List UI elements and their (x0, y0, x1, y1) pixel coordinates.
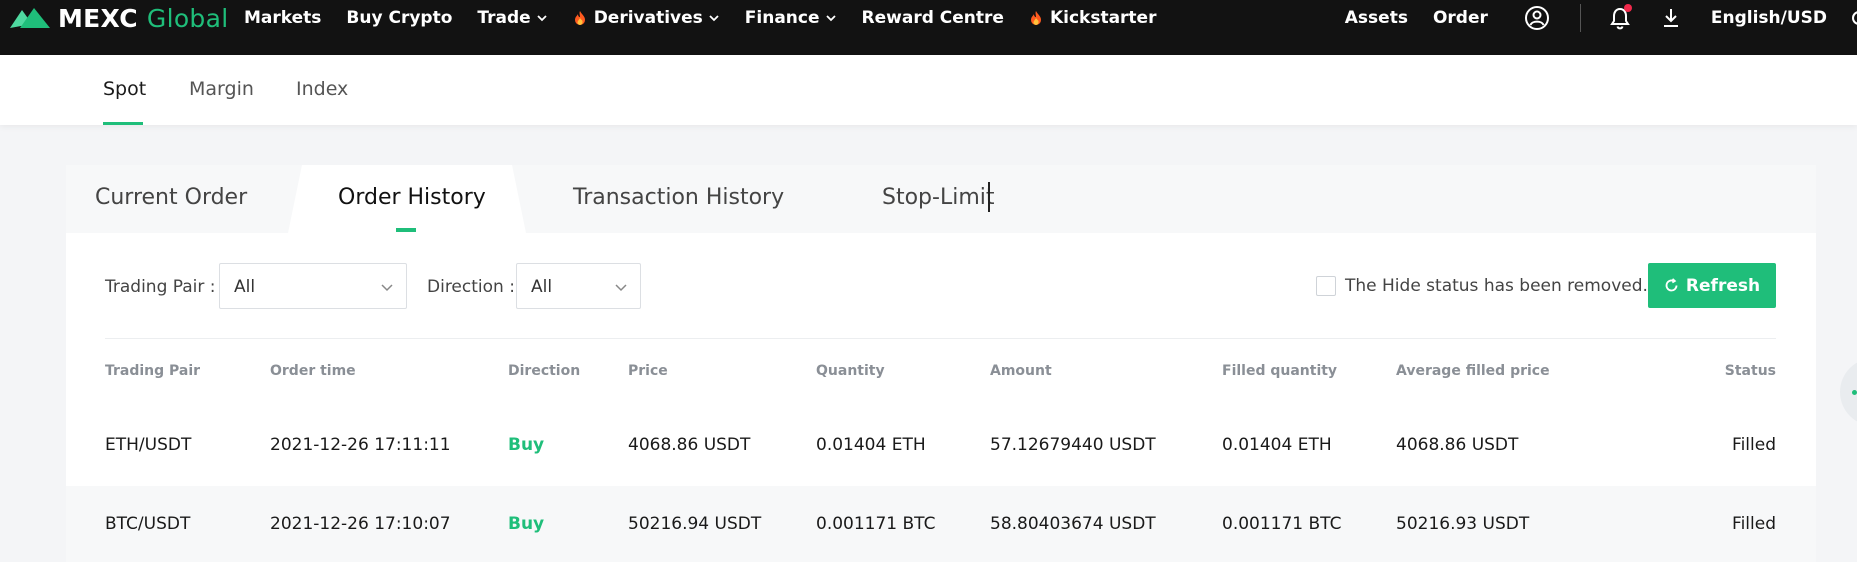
nav-assets[interactable]: Assets (1345, 8, 1408, 28)
direction-value: All (531, 277, 553, 297)
cell-price: 4068.86 USDT (628, 435, 751, 455)
column-header-quantity: Quantity (816, 363, 885, 379)
cell-order-time: 2021-12-26 17:10:07 (270, 514, 451, 534)
nav-derivatives[interactable]: Derivatives (573, 8, 720, 28)
cell-amount: 57.12679440 USDT (990, 435, 1156, 455)
cell-trading-pair: BTC/USDT (105, 514, 191, 534)
hide-status-label: The Hide status has been removed. (1345, 276, 1648, 296)
nav-divider (1579, 4, 1581, 32)
language-currency-selector[interactable]: English/USD (1711, 8, 1827, 28)
column-header-amount: Amount (990, 363, 1052, 379)
active-order-tab-indicator (396, 228, 416, 232)
nav-buy-crypto-label: Buy Crypto (346, 8, 453, 28)
column-header-average-filled-price: Average filled price (1396, 363, 1550, 379)
nav-markets[interactable]: Markets (244, 8, 321, 28)
cell-amount: 58.80403674 USDT (990, 514, 1156, 534)
nav-markets-label: Markets (244, 8, 322, 28)
brand-name: MEXC Global (58, 3, 229, 33)
column-header-direction: Direction (508, 363, 581, 379)
bell-icon[interactable] (1609, 4, 1632, 30)
settings-icon[interactable] (1851, 8, 1857, 28)
side-panel-handle[interactable] (1840, 358, 1857, 426)
column-header-filled-quantity: Filled quantity (1222, 363, 1338, 379)
chevron-down-icon (537, 15, 547, 22)
order-category-nav: Spot Margin Index (0, 55, 1857, 125)
active-tab-indicator (103, 122, 143, 125)
cell-filled-quantity: 0.01404 ETH (1222, 435, 1332, 455)
column-header-order-time: Order time (270, 363, 356, 379)
text-cursor (988, 182, 990, 212)
refresh-label: Refresh (1685, 275, 1761, 296)
handle-dot (1852, 390, 1857, 395)
nav-order[interactable]: Order (1433, 8, 1488, 28)
cell-average-filled-price: 50216.93 USDT (1396, 514, 1530, 534)
table-row: ETH/USDT 2021-12-26 17:11:11 Buy 4068.86… (66, 407, 1816, 486)
tab-stop-limit[interactable]: Stop-Limit (882, 185, 995, 210)
divider (105, 338, 1776, 339)
cell-filled-quantity: 0.001171 BTC (1222, 514, 1342, 534)
tab-margin[interactable]: Margin (189, 78, 254, 100)
chevron-down-icon (381, 284, 393, 292)
direction-select[interactable]: All (516, 263, 641, 309)
cell-direction: Buy (508, 435, 545, 455)
nav-derivatives-label: Derivatives (593, 8, 703, 28)
mexc-logo-mark-icon (10, 8, 50, 28)
cell-order-time: 2021-12-26 17:11:11 (270, 435, 451, 455)
refresh-button[interactable]: Refresh (1648, 263, 1776, 308)
nav-trade-label: Trade (477, 8, 531, 28)
column-header-status: Status (1724, 363, 1776, 379)
chevron-down-icon (615, 284, 627, 292)
tab-order-history[interactable]: Order History (338, 185, 486, 210)
order-tabs: Current Order Order History Transaction … (66, 165, 1816, 233)
trading-pair-value: All (234, 277, 256, 297)
hide-status-checkbox[interactable] (1316, 276, 1336, 296)
cell-status: Filled (1732, 514, 1776, 534)
nav-finance[interactable]: Finance (745, 8, 837, 28)
main-nav: Markets Buy Crypto Trade Derivatives Fin… (244, 0, 1181, 36)
tab-index[interactable]: Index (296, 78, 348, 100)
cell-trading-pair: ETH/USDT (105, 435, 192, 455)
nav-kickstarter[interactable]: Kickstarter (1029, 8, 1157, 28)
download-icon[interactable] (1661, 7, 1681, 29)
nav-buy-crypto[interactable]: Buy Crypto (346, 8, 452, 28)
nav-reward-centre[interactable]: Reward Centre (862, 8, 1004, 28)
user-circle-icon[interactable] (1524, 5, 1550, 31)
orders-panel: Current Order Order History Transaction … (66, 165, 1816, 562)
table-row: BTC/USDT 2021-12-26 17:10:07 Buy 50216.9… (66, 486, 1816, 562)
refresh-icon (1665, 278, 1678, 292)
tab-current-order[interactable]: Current Order (95, 185, 247, 210)
chevron-down-icon (825, 15, 836, 22)
cell-average-filled-price: 4068.86 USDT (1396, 435, 1519, 455)
cell-quantity: 0.01404 ETH (816, 435, 926, 455)
cell-direction: Buy (508, 514, 545, 534)
nav-trade[interactable]: Trade (477, 8, 547, 28)
trading-pair-label: Trading Pair : (105, 277, 216, 297)
cell-status: Filled (1732, 435, 1776, 455)
mexc-logo[interactable]: MEXC Global (8, 0, 228, 36)
trading-pair-select[interactable]: All (219, 263, 407, 309)
tab-transaction-history[interactable]: Transaction History (573, 185, 784, 210)
top-navigation-bar: MEXC Global Markets Buy Crypto Trade Der… (0, 0, 1857, 55)
fire-icon (1030, 11, 1041, 25)
chevron-down-icon (709, 15, 719, 22)
cell-quantity: 0.001171 BTC (816, 514, 936, 534)
notification-dot (1623, 4, 1632, 12)
user-nav: Assets Order English/USD (1345, 0, 1857, 36)
column-header-trading-pair: Trading Pair (105, 363, 201, 379)
direction-label: Direction : (427, 277, 515, 297)
cell-price: 50216.94 USDT (628, 514, 762, 534)
nav-finance-label: Finance (744, 8, 820, 28)
tab-spot[interactable]: Spot (103, 78, 146, 100)
fire-icon (574, 11, 585, 25)
column-header-price: Price (628, 363, 668, 379)
nav-reward-centre-label: Reward Centre (861, 8, 1004, 28)
nav-kickstarter-label: Kickstarter (1049, 8, 1157, 28)
